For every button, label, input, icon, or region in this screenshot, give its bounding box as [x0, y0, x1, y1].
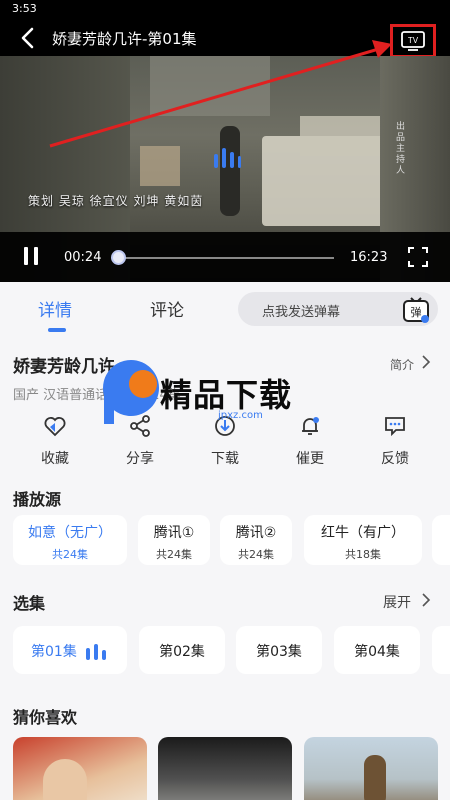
active-tab-indicator	[48, 328, 66, 332]
episode-label: 第02集	[159, 644, 205, 660]
share-label: 分享	[126, 451, 154, 467]
fullscreen-icon[interactable]	[408, 247, 428, 267]
episode-card[interactable]: 第04集	[334, 626, 420, 674]
source-count: 共24集	[156, 548, 192, 561]
video-scene-crates	[140, 146, 180, 186]
poster-face	[43, 759, 87, 800]
source-count: 共24集	[52, 548, 88, 561]
video-scene-person	[220, 126, 240, 216]
recommend-poster[interactable]	[158, 737, 292, 800]
source-name: 腾讯①	[153, 525, 195, 541]
video-side-credit: 出品主持人	[396, 122, 406, 176]
recommend-section-title: 猜你喜欢	[13, 708, 78, 727]
episode-card[interactable]: 第02集	[139, 626, 225, 674]
episode-card[interactable]: 第03集	[236, 626, 322, 674]
danmu-icon[interactable]: 弹	[402, 296, 430, 324]
back-arrow-icon[interactable]	[18, 26, 38, 50]
watermark-url: jpxz.com	[218, 410, 263, 421]
recommend-poster[interactable]	[304, 737, 438, 800]
source-card-partial[interactable]	[432, 515, 450, 565]
feedback-icon	[385, 417, 405, 437]
episode-label: 第04集	[354, 644, 400, 660]
feedback-label: 反馈	[381, 451, 409, 467]
episode-label: 第03集	[256, 644, 302, 660]
video-credits: 策划 吴琼 徐宜仪 刘坤 黄如茵	[28, 194, 204, 208]
source-card[interactable]: 腾讯② 共24集	[220, 515, 292, 565]
video-scene-window	[150, 56, 270, 116]
pause-icon[interactable]	[22, 246, 40, 266]
title-bar: 3:53 娇妻芳龄几许-第01集 TV	[0, 0, 450, 58]
danmu-icon-label: 弹	[411, 305, 422, 319]
recommend-poster[interactable]	[13, 737, 147, 800]
source-name: 腾讯②	[235, 525, 277, 541]
chevron-right-icon[interactable]	[420, 354, 432, 370]
danmu-input[interactable]: 点我发送弹幕 弹	[238, 292, 438, 326]
video-scene-boxes-top	[300, 116, 380, 156]
source-card[interactable]: 如意（无广） 共24集	[13, 515, 127, 565]
intro-link[interactable]: 简介	[390, 356, 414, 373]
tab-comment[interactable]: 评论	[150, 296, 184, 321]
current-time: 00:24	[64, 250, 102, 265]
download-label: 下载	[211, 451, 239, 467]
source-count: 共18集	[345, 548, 381, 561]
episode-card-partial[interactable]	[432, 626, 450, 674]
heart-icon	[44, 417, 66, 437]
source-card[interactable]: 腾讯① 共24集	[138, 515, 210, 565]
expand-link[interactable]: 展开	[383, 592, 411, 612]
total-time: 16:23	[350, 250, 388, 265]
episodes-section-title: 选集	[13, 594, 46, 613]
progress-knob[interactable]	[111, 250, 127, 265]
feedback-button[interactable]: 反馈	[365, 414, 425, 468]
episode-label: 第01集	[31, 644, 77, 660]
source-count: 共24集	[238, 548, 274, 561]
source-name: 红牛（有广）	[321, 525, 405, 541]
source-card[interactable]: 红牛（有广） 共18集	[304, 515, 422, 565]
source-name: 如意（无广）	[28, 525, 112, 541]
favorite-button[interactable]: 收藏	[25, 414, 85, 468]
video-title: 娇妻芳龄几许-第01集	[52, 30, 197, 48]
favorite-label: 收藏	[41, 451, 69, 467]
tv-icon: TV	[401, 31, 425, 51]
progress-track[interactable]	[116, 257, 334, 259]
danmu-placeholder: 点我发送弹幕	[262, 305, 341, 320]
player-controls: 00:24 16:23	[0, 232, 450, 282]
status-time: 3:53	[12, 2, 37, 15]
urge-update-label: 催更	[296, 451, 324, 467]
poster-figure	[364, 755, 386, 800]
buffering-bars-icon	[214, 148, 241, 168]
now-playing-icon	[86, 644, 106, 660]
tv-icon-label: TV	[408, 36, 419, 45]
source-section-title: 播放源	[13, 490, 62, 509]
tab-detail[interactable]: 详情	[38, 296, 72, 321]
episode-card[interactable]: 第01集	[13, 626, 127, 674]
cast-tv-button[interactable]: TV	[390, 24, 436, 58]
chevron-right-icon[interactable]	[420, 592, 432, 608]
